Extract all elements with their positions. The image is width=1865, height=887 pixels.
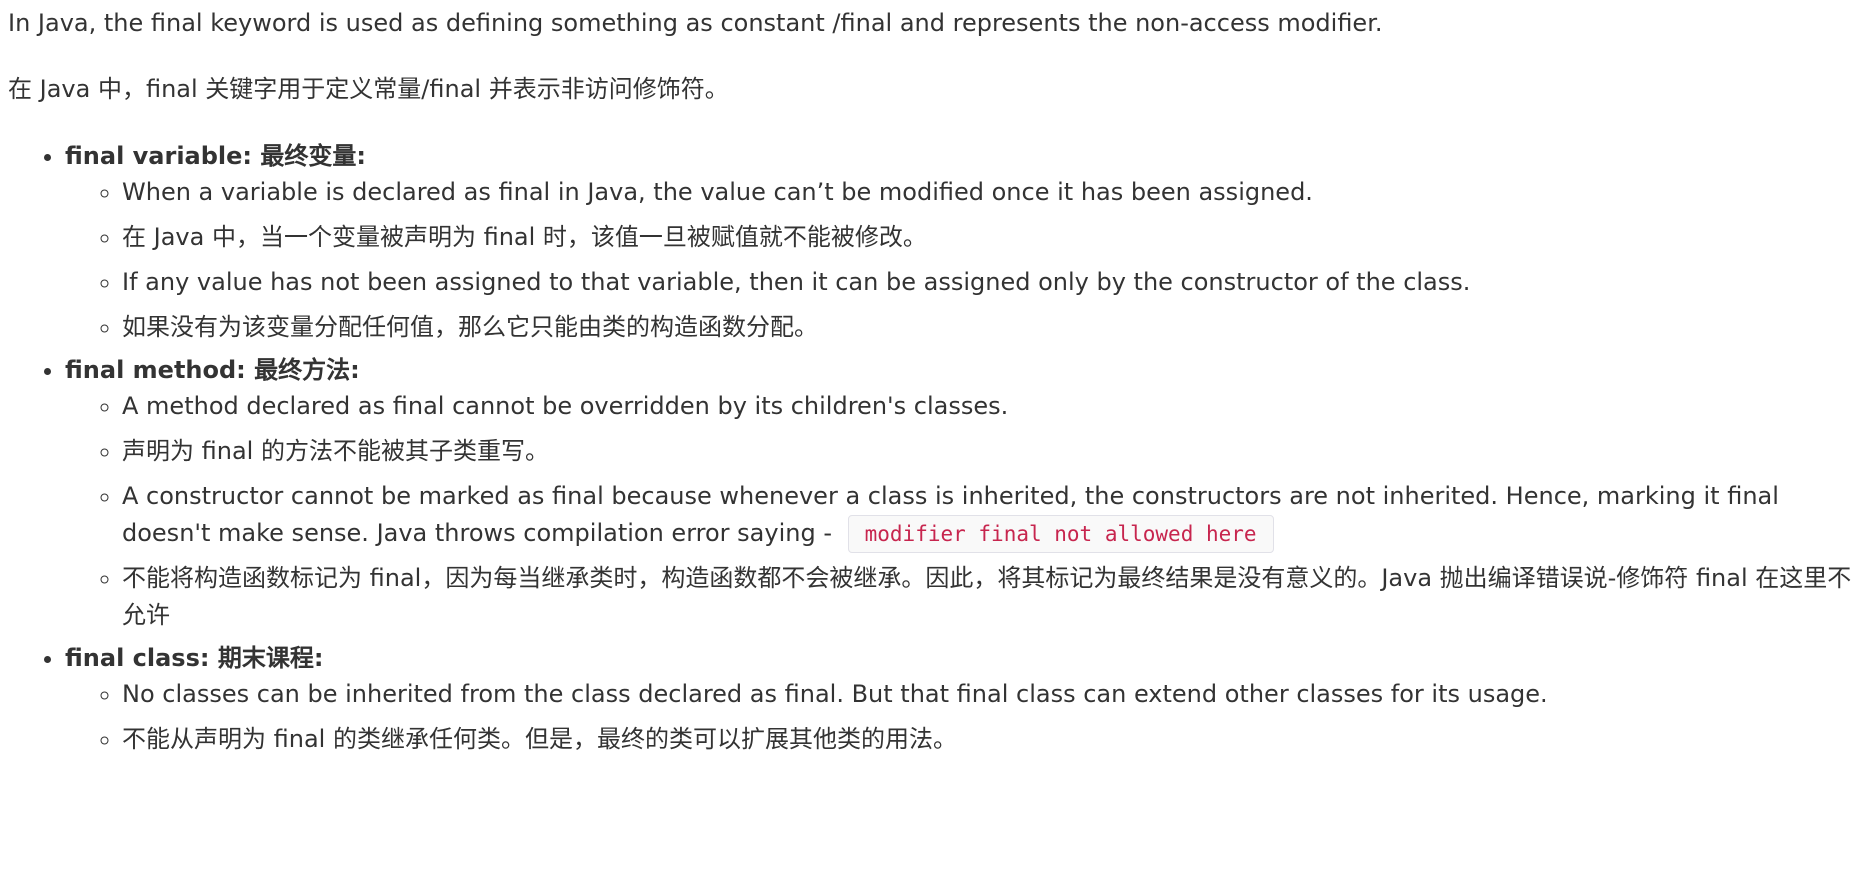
final-method-sublist: A method declared as final cannot be ove…	[65, 388, 1857, 635]
list-item: 如果没有为该变量分配任何值，那么它只能由类的构造函数分配。	[122, 309, 1857, 346]
list-item-final-class: final class: 期末课程: No classes can be inh…	[65, 639, 1857, 758]
intro-english: In Java, the final keyword is used as de…	[8, 9, 1383, 37]
list-item: 不能从声明为 final 的类继承任何类。但是，最终的类可以扩展其他类的用法。	[122, 721, 1857, 758]
document-body: In Java, the final keyword is used as de…	[0, 0, 1865, 758]
inline-code-error: modifier final not allowed here	[847, 515, 1274, 554]
intro-chinese: 在 Java 中，final 关键字用于定义常量/final 并表示非访问修饰符…	[8, 75, 729, 104]
list-item: No classes can be inherited from the cla…	[122, 676, 1857, 713]
list-item-final-method: final method: 最终方法: A method declared as…	[65, 351, 1857, 635]
section-title-final-variable: final variable: 最终变量:	[65, 141, 366, 170]
list-item: 在 Java 中，当一个变量被声明为 final 时，该值一旦被赋值就不能被修改…	[122, 219, 1857, 256]
section-title-final-class: final class: 期末课程:	[65, 643, 324, 672]
keyword-usage-list: final variable: 最终变量: When a variable is…	[8, 137, 1857, 758]
list-item: 不能将构造函数标记为 final，因为每当继承类时，构造函数都不会被继承。因此，…	[122, 560, 1857, 634]
section-title-final-method: final method: 最终方法:	[65, 355, 360, 384]
list-item-final-variable: final variable: 最终变量: When a variable is…	[65, 137, 1857, 347]
list-item: If any value has not been assigned to th…	[122, 264, 1857, 301]
list-item: A method declared as final cannot be ove…	[122, 388, 1857, 425]
list-item: 声明为 final 的方法不能被其子类重写。	[122, 433, 1857, 470]
list-item: When a variable is declared as final in …	[122, 174, 1857, 211]
final-class-sublist: No classes can be inherited from the cla…	[65, 676, 1857, 758]
final-variable-sublist: When a variable is declared as final in …	[65, 174, 1857, 347]
list-item: A constructor cannot be marked as final …	[122, 478, 1857, 554]
